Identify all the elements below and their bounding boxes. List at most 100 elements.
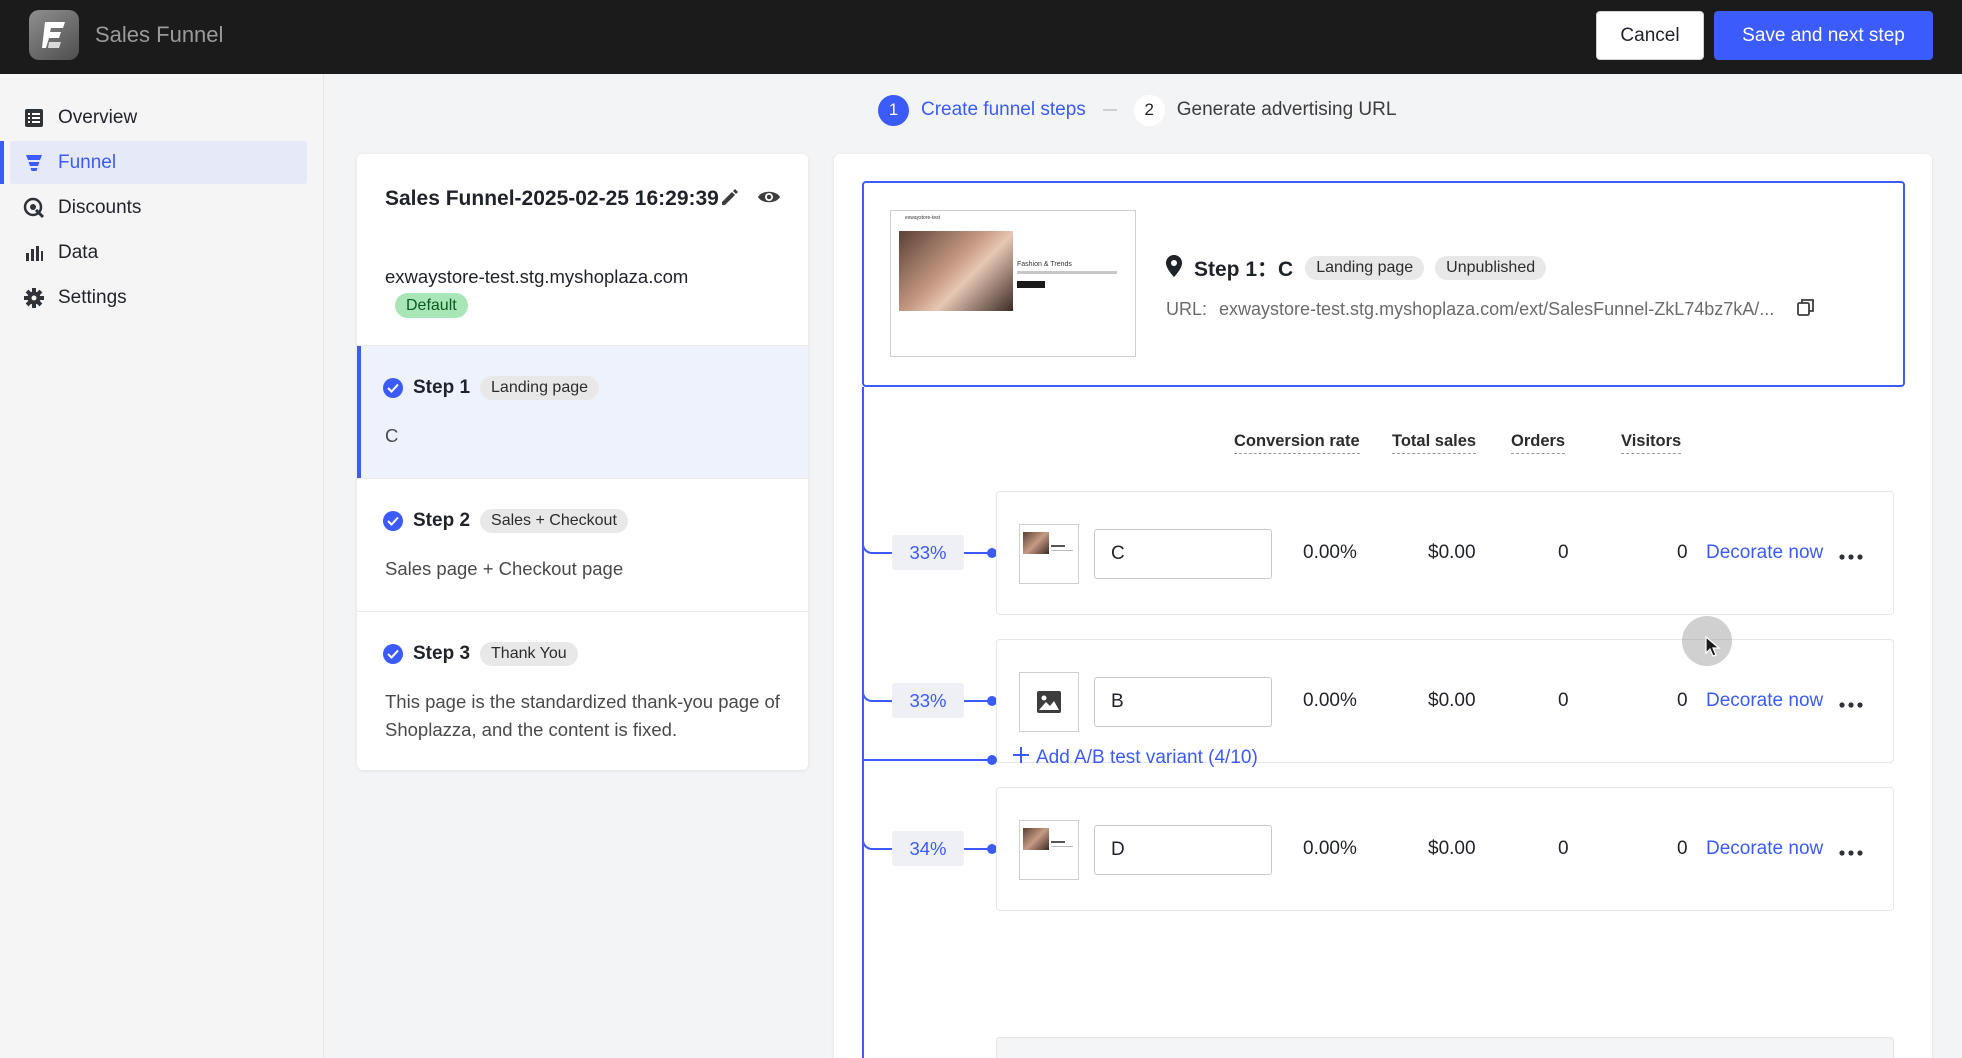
funnel-step-1[interactable]: Step 1 Landing page C: [357, 345, 808, 478]
decorate-now-link[interactable]: Decorate now: [1706, 542, 1823, 564]
discount-icon: [22, 196, 46, 220]
more-options-icon[interactable]: [1839, 843, 1863, 861]
step-name: Step 3: [413, 643, 471, 664]
plus-icon: [1012, 746, 1030, 770]
step-type-badge: Landing page: [1305, 256, 1425, 280]
variant-row-d: 0.00% $0.00 0 0 Decorate now: [996, 787, 1894, 911]
step-number-1: 1: [878, 94, 909, 126]
step-name: Step 2: [413, 510, 471, 531]
preview-headline: Fashion & Trends: [1017, 261, 1072, 268]
step-type-badge: Thank You: [480, 642, 578, 666]
more-options-icon[interactable]: [1839, 547, 1863, 565]
variant-name-input[interactable]: [1094, 677, 1272, 727]
sidebar-item-data[interactable]: Data: [10, 231, 307, 274]
variant-row-c: 0.00% $0.00 0 0 Decorate now: [996, 491, 1894, 615]
url-value: exwaystore-test.stg.myshoplaza.com/ext/S…: [1219, 299, 1775, 319]
sidebar-item-label: Data: [58, 241, 99, 263]
sidebar: Overview Funnel Discounts Data Settings: [0, 74, 324, 1058]
variant-name-input[interactable]: [1094, 825, 1272, 875]
add-ab-variant-button[interactable]: Add A/B test variant (4/10): [1012, 746, 1258, 770]
column-header-conversion: Conversion rate: [1234, 432, 1360, 454]
copy-icon[interactable]: [1796, 297, 1816, 322]
sidebar-item-discounts[interactable]: Discounts: [10, 186, 307, 229]
tree-line: [862, 387, 864, 1058]
tree-connector: [862, 759, 990, 761]
variant-row-b: 0.00% $0.00 0 0 Decorate now: [996, 639, 1894, 763]
orders-value: 0: [1558, 690, 1569, 711]
funnel-icon: [22, 151, 46, 175]
conversion-value: 0.00%: [1303, 690, 1357, 711]
sidebar-item-funnel[interactable]: Funnel: [0, 141, 307, 184]
check-icon: [383, 644, 403, 664]
url-label: URL:: [1166, 299, 1208, 319]
page-preview-thumbnail[interactable]: [1019, 820, 1079, 880]
visitors-value: 0: [1677, 690, 1688, 711]
gear-icon: [22, 286, 46, 310]
sidebar-item-label: Discounts: [58, 196, 142, 218]
mouse-cursor-icon: [1705, 635, 1721, 663]
step-number-2: 2: [1133, 94, 1165, 126]
sales-value: $0.00: [1428, 542, 1476, 563]
sales-value: $0.00: [1428, 838, 1476, 859]
column-header-orders: Orders: [1511, 432, 1566, 454]
status-badge: Unpublished: [1435, 256, 1547, 280]
sidebar-item-overview[interactable]: Overview: [10, 96, 307, 139]
visitors-value: 0: [1677, 542, 1688, 563]
funnel-name: Sales Funnel-2025-02-25 16:29:39: [385, 187, 719, 210]
sidebar-item-settings[interactable]: Settings: [10, 276, 307, 319]
traffic-percent[interactable]: 33%: [892, 535, 964, 570]
stepper-label-create[interactable]: Create funnel steps: [921, 99, 1086, 121]
more-options-icon[interactable]: [1839, 695, 1863, 713]
default-badge: Default: [395, 293, 468, 318]
funnel-logo-icon: [29, 10, 79, 60]
step-name: Step 1: [413, 377, 471, 398]
list-icon: [22, 106, 46, 130]
tree-dot: [987, 755, 997, 765]
preview-store-name: exwaystore-test: [905, 215, 941, 221]
stepper-divider: [1102, 109, 1117, 111]
sidebar-item-label: Funnel: [58, 151, 117, 173]
sidebar-item-label: Overview: [58, 106, 138, 128]
visitors-value: 0: [1677, 838, 1688, 859]
add-variant-label: Add A/B test variant (4/10): [1036, 747, 1258, 768]
decorate-now-link[interactable]: Decorate now: [1706, 838, 1823, 860]
preview-button: [1017, 281, 1045, 288]
save-and-next-button[interactable]: Save and next step: [1714, 11, 1933, 60]
sidebar-item-label: Settings: [58, 286, 127, 308]
step-type-badge: Landing page: [480, 376, 600, 400]
step-title: Step 1：C: [1194, 258, 1294, 281]
stepper-label-generate[interactable]: Generate advertising URL: [1177, 99, 1397, 121]
traffic-percent[interactable]: 33%: [892, 683, 964, 718]
app-title: Sales Funnel: [95, 22, 224, 47]
preview-text-line: [1017, 271, 1117, 274]
next-step-box-partial: [996, 1037, 1894, 1058]
landing-page-preview[interactable]: exwaystore-test Fashion & Trends: [890, 210, 1136, 357]
step-type-badge: Sales + Checkout: [480, 509, 628, 533]
preview-photo: [899, 231, 1013, 311]
check-icon: [383, 378, 403, 398]
funnel-summary-card: Sales Funnel-2025-02-25 16:29:39 exwayst…: [357, 154, 808, 770]
traffic-percent[interactable]: 34%: [892, 831, 964, 866]
tree-branch: [862, 542, 892, 554]
variant-name-input[interactable]: [1094, 529, 1272, 579]
eye-icon[interactable]: [757, 188, 781, 211]
step-header-box: exwaystore-test Fashion & Trends Step 1：…: [862, 181, 1905, 387]
page-preview-thumbnail[interactable]: [1019, 524, 1079, 584]
edit-icon[interactable]: [719, 186, 741, 213]
funnel-step-3[interactable]: Step 3 Thank You This page is the standa…: [357, 611, 808, 770]
image-placeholder-icon[interactable]: [1019, 672, 1079, 732]
orders-value: 0: [1558, 838, 1569, 859]
step-description: Sales page + Checkout page: [385, 558, 624, 579]
conversion-value: 0.00%: [1303, 838, 1357, 859]
orders-value: 0: [1558, 542, 1569, 563]
top-bar: Sales Funnel Cancel Save and next step: [0, 0, 1962, 74]
funnel-step-2[interactable]: Step 2 Sales + Checkout Sales page + Che…: [357, 478, 808, 611]
step-description: C: [385, 425, 399, 446]
tree-branch: [862, 690, 892, 702]
conversion-value: 0.00%: [1303, 542, 1357, 563]
cancel-button[interactable]: Cancel: [1596, 11, 1704, 60]
decorate-now-link[interactable]: Decorate now: [1706, 690, 1823, 712]
bar-chart-icon: [22, 241, 46, 265]
column-header-visitors: Visitors: [1621, 432, 1682, 454]
tree-branch: [862, 838, 892, 850]
